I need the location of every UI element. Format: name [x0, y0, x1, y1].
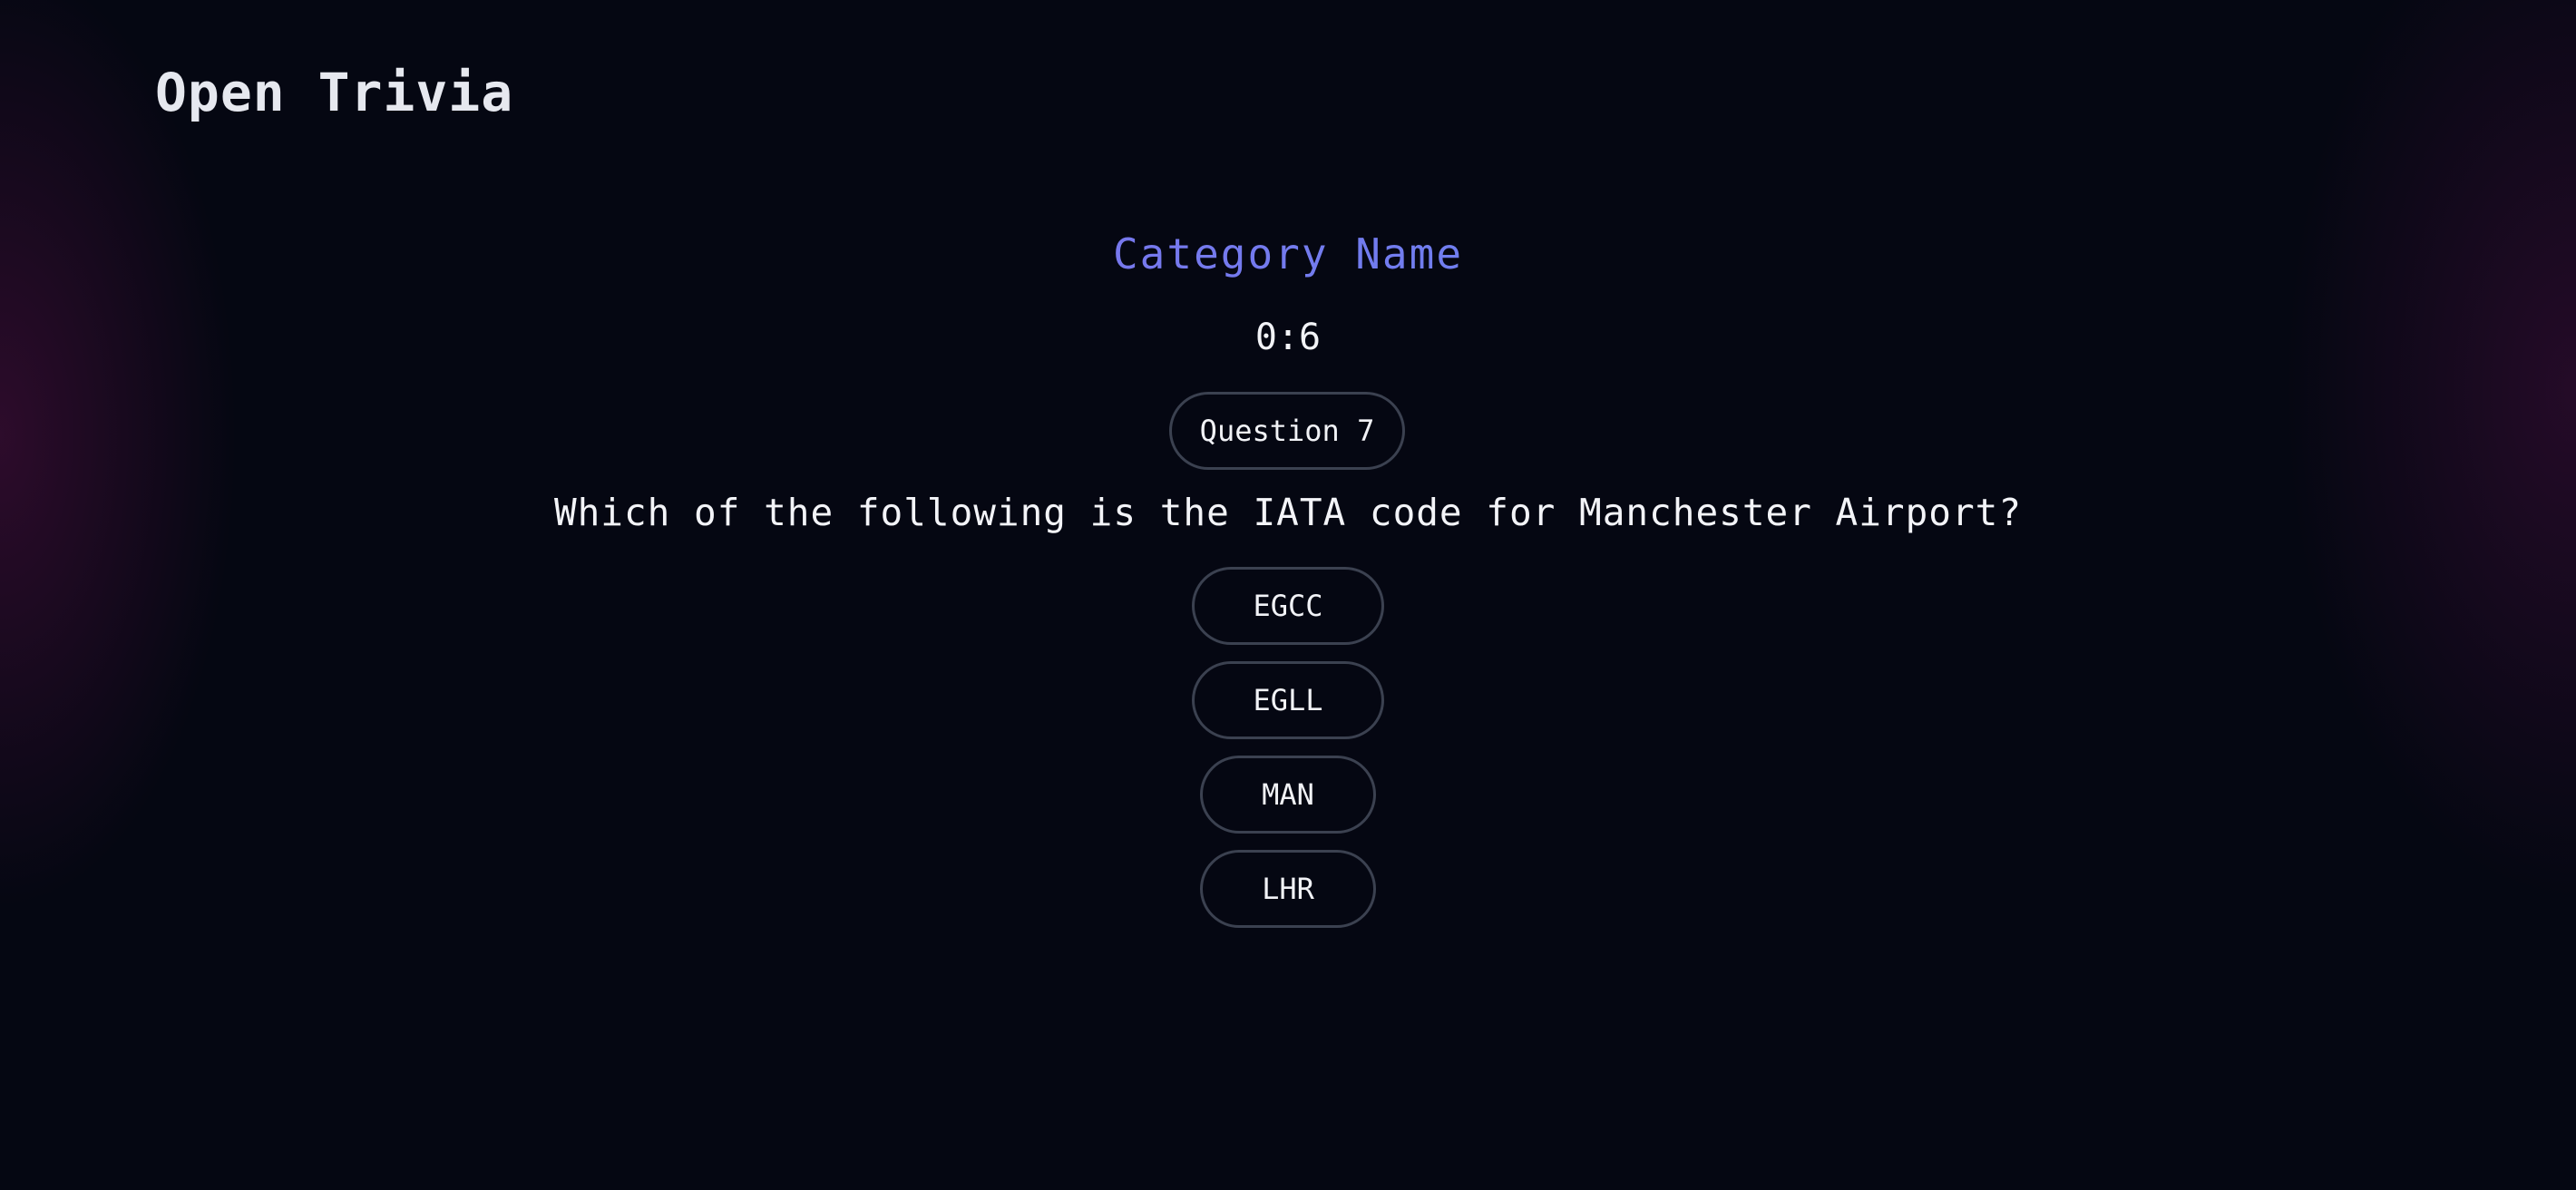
- question-number-badge: Question 7: [1169, 392, 1405, 470]
- question-text: Which of the following is the IATA code …: [553, 491, 2023, 534]
- category-name-text: Category Name: [1112, 229, 1464, 278]
- answer-option-1[interactable]: EGCC: [1192, 567, 1384, 645]
- question-number-label: Question 7: [1199, 414, 1375, 448]
- answer-option-2[interactable]: EGLL: [1192, 661, 1384, 739]
- answer-option-4[interactable]: LHR: [1200, 850, 1376, 928]
- score-counter: 0:6: [1254, 317, 1322, 358]
- answer-option-3[interactable]: MAN: [1200, 756, 1376, 834]
- category-name: Category Name: [0, 225, 2576, 283]
- quiz-panel: Category Name 0:6 Question 7 Which of th…: [0, 0, 2576, 1190]
